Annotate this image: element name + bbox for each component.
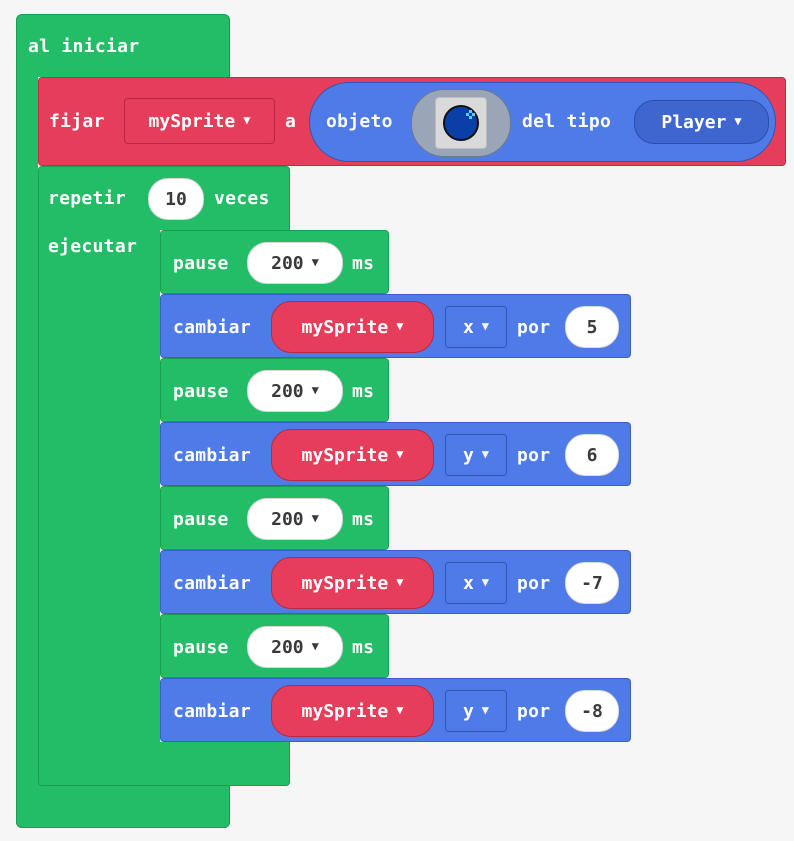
chevron-down-icon: ▼ (243, 113, 251, 127)
change-variable-dropdown[interactable]: mySprite ▼ (271, 429, 434, 481)
change-variable-dropdown[interactable]: mySprite ▼ (271, 685, 434, 737)
change-variable-value: mySprite (301, 444, 389, 466)
pause-unit-label: ms (352, 381, 375, 402)
change-sprite-property-block[interactable]: cambiar mySprite ▼ x ▼ por -7 (160, 550, 631, 614)
on-start-label: al iniciar (28, 36, 140, 57)
kind-dropdown[interactable]: Player ▼ (634, 100, 769, 144)
pause-block[interactable]: pause 200 ▼ ms (160, 358, 389, 422)
change-label: cambiar (173, 573, 251, 594)
chevron-down-icon: ▼ (734, 114, 742, 128)
pause-duration-dropdown[interactable]: 200 ▼ (247, 370, 343, 412)
pause-duration-value: 200 (271, 636, 304, 658)
chevron-down-icon: ▼ (396, 447, 404, 461)
change-axis-value: y (462, 700, 474, 722)
change-variable-value: mySprite (301, 700, 389, 722)
change-by-label: por (517, 573, 551, 594)
change-axis-value: y (462, 444, 474, 466)
change-amount-input[interactable]: -7 (565, 562, 619, 604)
change-amount-input[interactable]: 6 (565, 434, 619, 476)
change-amount-value: 5 (586, 316, 598, 338)
set-sprite-block[interactable]: fijar mySprite ▼ a objeto del tipo Playe… (38, 77, 786, 166)
pause-unit-label: ms (352, 509, 375, 530)
pause-duration-dropdown[interactable]: 200 ▼ (247, 242, 343, 284)
repeat-times-label: veces (214, 188, 270, 209)
change-label: cambiar (173, 445, 251, 466)
sprite-image-picker[interactable] (411, 89, 511, 157)
pause-block[interactable]: pause 200 ▼ ms (160, 486, 389, 550)
change-axis-value: x (462, 572, 474, 594)
chevron-down-icon: ▼ (311, 639, 319, 653)
change-axis-dropdown[interactable]: y ▼ (445, 690, 507, 732)
repeat-count-value: 10 (165, 188, 187, 210)
repeat-do-label: ejecutar (48, 236, 138, 257)
change-by-label: por (517, 317, 551, 338)
set-to-label: a (285, 111, 297, 132)
kind-label: del tipo (522, 111, 612, 132)
kind-value: Player (661, 111, 727, 133)
pause-block[interactable]: pause 200 ▼ ms (160, 230, 389, 294)
pause-label: pause (173, 381, 229, 402)
on-start-bottom-arm (16, 783, 230, 828)
change-sprite-property-block[interactable]: cambiar mySprite ▼ x ▼ por 5 (160, 294, 631, 358)
chevron-down-icon: ▼ (481, 575, 490, 589)
sprite-of-kind-reporter[interactable]: objeto del tipo Player ▼ (309, 82, 776, 162)
change-axis-dropdown[interactable]: x ▼ (445, 306, 507, 348)
chevron-down-icon: ▼ (311, 255, 319, 269)
change-sprite-property-block[interactable]: cambiar mySprite ▼ y ▼ por -8 (160, 678, 631, 742)
change-by-label: por (517, 445, 551, 466)
chevron-down-icon: ▼ (396, 319, 404, 333)
pause-label: pause (173, 509, 229, 530)
change-variable-value: mySprite (301, 572, 389, 594)
change-amount-input[interactable]: 5 (565, 306, 619, 348)
chevron-down-icon: ▼ (481, 447, 490, 461)
blue-circle-sprite-icon (443, 105, 479, 141)
sprite-label: objeto (326, 111, 393, 132)
chevron-down-icon: ▼ (396, 703, 404, 717)
pause-duration-value: 200 (271, 252, 304, 274)
pause-duration-dropdown[interactable]: 200 ▼ (247, 498, 343, 540)
repeat-count-input[interactable]: 10 (148, 178, 204, 220)
repeat-label: repetir (48, 188, 126, 209)
change-sprite-property-block[interactable]: cambiar mySprite ▼ y ▼ por 6 (160, 422, 631, 486)
change-axis-value: x (462, 316, 474, 338)
change-amount-value: -7 (581, 572, 603, 594)
change-variable-dropdown[interactable]: mySprite ▼ (271, 557, 434, 609)
pause-label: pause (173, 253, 229, 274)
pause-unit-label: ms (352, 637, 375, 658)
change-variable-dropdown[interactable]: mySprite ▼ (271, 301, 434, 353)
chevron-down-icon: ▼ (311, 383, 319, 397)
chevron-down-icon: ▼ (481, 319, 490, 333)
pause-label: pause (173, 637, 229, 658)
chevron-down-icon: ▼ (311, 511, 319, 525)
pause-unit-label: ms (352, 253, 375, 274)
set-variable-value: mySprite (148, 110, 236, 132)
chevron-down-icon: ▼ (396, 575, 404, 589)
change-amount-input[interactable]: -8 (565, 690, 619, 732)
pause-duration-value: 200 (271, 380, 304, 402)
set-label: fijar (49, 111, 105, 132)
chevron-down-icon: ▼ (481, 703, 490, 717)
change-label: cambiar (173, 701, 251, 722)
change-by-label: por (517, 701, 551, 722)
change-amount-value: -8 (581, 700, 603, 722)
change-axis-dropdown[interactable]: y ▼ (445, 434, 507, 476)
pause-block[interactable]: pause 200 ▼ ms (160, 614, 389, 678)
change-axis-dropdown[interactable]: x ▼ (445, 562, 507, 604)
change-amount-value: 6 (586, 444, 598, 466)
change-variable-value: mySprite (301, 316, 389, 338)
set-variable-dropdown[interactable]: mySprite ▼ (124, 98, 275, 144)
change-label: cambiar (173, 317, 251, 338)
pause-duration-dropdown[interactable]: 200 ▼ (247, 626, 343, 668)
pause-duration-value: 200 (271, 508, 304, 530)
